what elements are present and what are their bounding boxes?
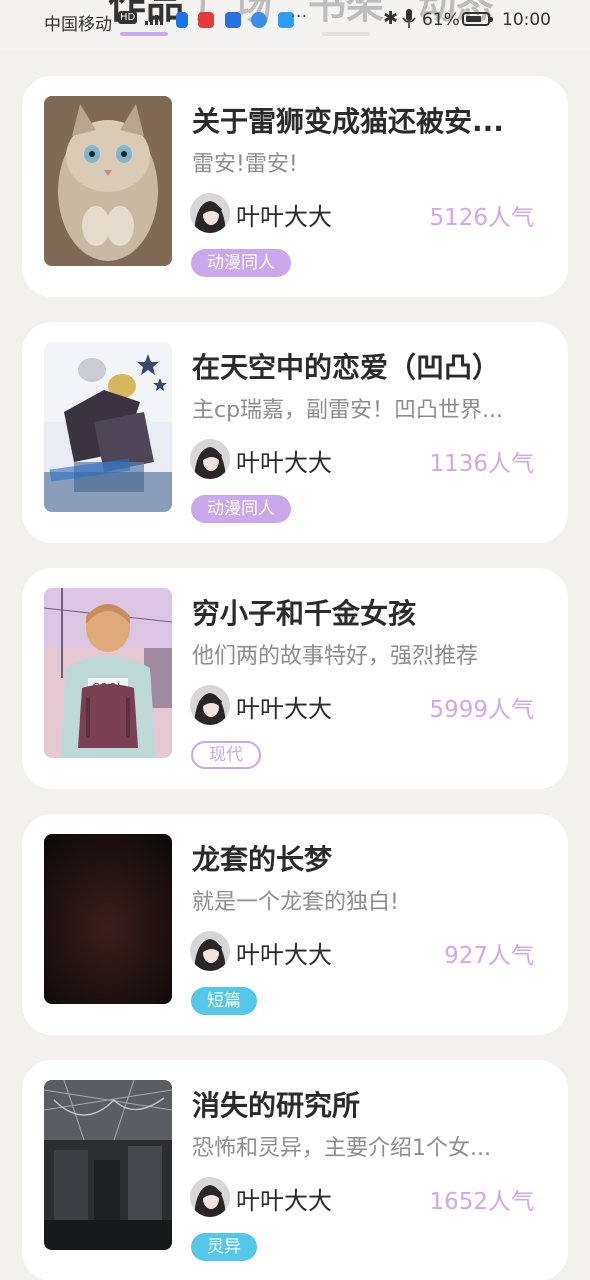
genre-tag[interactable]: 动漫同人 bbox=[191, 249, 291, 277]
work-title[interactable]: 消失的研究所 bbox=[192, 1084, 542, 1124]
anime-couple-cover-image bbox=[44, 342, 172, 512]
works-list: 关于雷狮变成猫还被安... 雷安!雷安! 叶叶大大 5126人气 动漫同人 在天… bbox=[22, 76, 568, 1280]
hd-badge: HD bbox=[118, 11, 138, 24]
work-card[interactable]: 关于雷狮变成猫还被安... 雷安!雷安! 叶叶大大 5126人气 动漫同人 bbox=[22, 76, 568, 297]
notification-icons bbox=[176, 10, 299, 28]
work-title[interactable]: 穷小子和千金女孩 bbox=[192, 592, 542, 632]
author-avatar[interactable] bbox=[190, 685, 230, 725]
boy-backpack-cover-image: COOL bbox=[44, 588, 172, 758]
kitten-cover-image bbox=[44, 96, 172, 266]
work-card[interactable]: 在天空中的恋爱（凹凸） 主cp瑞嘉，副雷安！凹凸世界... 叶叶大大 1136人… bbox=[22, 322, 568, 543]
app-notification-icon bbox=[224, 12, 241, 28]
carrier-name: 中国移动 bbox=[44, 15, 112, 35]
work-description: 就是一个龙套的独白! bbox=[192, 890, 399, 915]
author-name[interactable]: 叶叶大大 bbox=[236, 443, 332, 478]
work-description: 恐怖和灵异，主要介绍1个女... bbox=[192, 1136, 491, 1161]
popularity-count: 1652人气 bbox=[429, 1189, 534, 1215]
work-card[interactable]: 消失的研究所 恐怖和灵异，主要介绍1个女... 叶叶大大 1652人气 灵异 bbox=[22, 1060, 568, 1280]
work-title[interactable]: 龙套的长梦 bbox=[192, 838, 542, 878]
author-name[interactable]: 叶叶大大 bbox=[236, 935, 332, 970]
app-notification-icon bbox=[251, 12, 268, 28]
dark-cover-image bbox=[44, 834, 172, 1004]
author-avatar[interactable] bbox=[190, 439, 230, 479]
work-title[interactable]: 关于雷狮变成猫还被安... bbox=[192, 100, 542, 140]
works-page: 作品 广场 书架 动态 中国移动 HD ··· bbox=[0, 0, 590, 1280]
genre-tag[interactable]: 动漫同人 bbox=[191, 495, 291, 523]
popularity-count: 5999人气 bbox=[429, 697, 534, 723]
genre-tag[interactable]: 现代 bbox=[191, 741, 261, 769]
work-card[interactable]: 龙套的长梦 就是一个龙套的独白! 叶叶大大 927人气 短篇 bbox=[22, 814, 568, 1035]
genre-tag[interactable]: 短篇 bbox=[191, 987, 257, 1015]
battery-percent: 61% bbox=[422, 10, 460, 30]
author-avatar[interactable] bbox=[190, 193, 230, 233]
author-name[interactable]: 叶叶大大 bbox=[236, 1181, 332, 1216]
work-description: 他们两的故事特好，强烈推荐 bbox=[192, 644, 479, 669]
battery-icon bbox=[462, 12, 493, 26]
mic-icon bbox=[402, 9, 416, 28]
top-bar: 作品 广场 书架 动态 中国移动 HD ··· bbox=[0, 0, 590, 50]
author-name[interactable]: 叶叶大大 bbox=[236, 689, 332, 724]
work-title[interactable]: 在天空中的恋爱（凹凸） bbox=[192, 346, 542, 386]
haunted-lab-cover-image bbox=[44, 1080, 172, 1250]
popularity-count: 5126人气 bbox=[429, 205, 534, 231]
author-avatar[interactable] bbox=[190, 931, 230, 971]
author-avatar[interactable] bbox=[190, 1177, 230, 1217]
popularity-count: 1136人气 bbox=[429, 451, 534, 477]
popularity-count: 927人气 bbox=[444, 943, 534, 969]
signal-icon bbox=[145, 12, 163, 25]
bluetooth-icon: ✱ bbox=[383, 8, 399, 29]
author-name[interactable]: 叶叶大大 bbox=[236, 197, 332, 232]
genre-tag[interactable]: 灵异 bbox=[191, 1233, 257, 1261]
work-description: 雷安!雷安! bbox=[192, 152, 298, 177]
more-notifications-icon: ··· bbox=[290, 6, 308, 27]
clock: 10:00 bbox=[502, 10, 551, 30]
app-notification-icon bbox=[198, 12, 215, 28]
app-notification-icon bbox=[176, 12, 188, 28]
work-card[interactable]: COOL 穷小子和千金女孩 他们两的故事特好，强烈推荐 叶叶大大 5999人气 … bbox=[22, 568, 568, 789]
work-description: 主cp瑞嘉，副雷安！凹凸世界... bbox=[192, 398, 504, 423]
status-bar: 中国移动 HD ··· ✱ 61% 10:00 bbox=[0, 0, 590, 40]
